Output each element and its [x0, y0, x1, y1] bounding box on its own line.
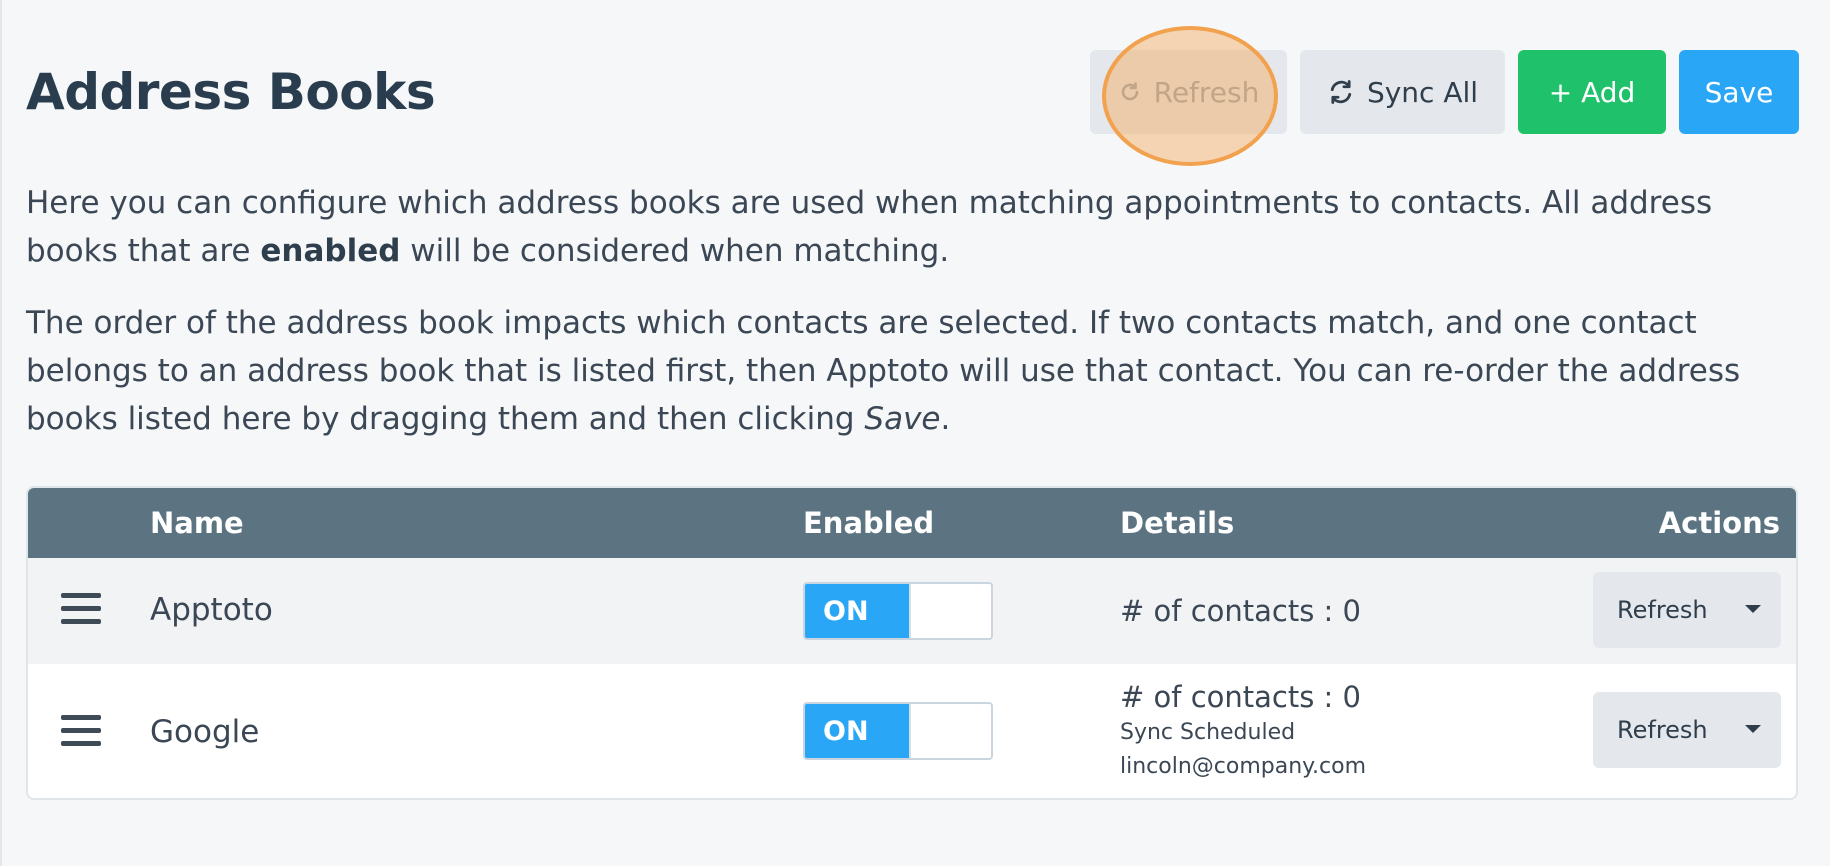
toggle-knob — [909, 704, 991, 758]
table-header: Name Enabled Details Actions — [28, 488, 1796, 558]
table-row[interactable]: Google ON # of contacts : 0 Sync Schedul… — [28, 664, 1796, 798]
refresh-button-label: Refresh — [1153, 75, 1260, 109]
sync-icon — [1327, 78, 1355, 106]
save-button[interactable]: Save — [1679, 50, 1799, 134]
add-button[interactable]: + Add — [1518, 50, 1666, 134]
caret-down-icon — [1745, 605, 1761, 613]
sync-all-button[interactable]: Sync All — [1300, 50, 1505, 134]
column-header-details: Details — [1120, 506, 1235, 540]
description-italic: Save — [864, 401, 941, 437]
details-cell: # of contacts : 0 Sync Scheduled lincoln… — [1120, 678, 1366, 784]
contact-count: # of contacts : 0 — [1120, 680, 1361, 714]
refresh-dropdown-label: Refresh — [1617, 716, 1708, 744]
refresh-icon — [1118, 80, 1142, 104]
account-email: lincoln@company.com — [1120, 754, 1367, 779]
table-row[interactable]: Apptoto ON # of contacts : 0 Refresh — [28, 558, 1796, 664]
drag-handle-icon[interactable] — [61, 592, 101, 630]
column-header-name: Name — [150, 506, 244, 540]
page-title: Address Books — [26, 63, 436, 121]
refresh-dropdown-button[interactable]: Refresh — [1593, 572, 1781, 648]
column-header-actions: Actions — [1658, 506, 1780, 540]
description-paragraph-2: The order of the address book impacts wh… — [26, 299, 1806, 443]
description-text: . — [940, 401, 951, 437]
address-books-table: Name Enabled Details Actions Apptoto ON … — [26, 486, 1798, 800]
toggle-on-label: ON — [805, 584, 909, 638]
page-border — [0, 0, 2, 866]
details-cell: # of contacts : 0 — [1120, 592, 1361, 630]
contact-count: # of contacts : 0 — [1120, 594, 1361, 628]
address-book-name: Google — [150, 714, 260, 750]
enabled-toggle[interactable]: ON — [803, 582, 993, 640]
address-book-name: Apptoto — [150, 592, 273, 628]
description-text: will be considered when matching. — [400, 233, 950, 269]
sync-status: Sync Scheduled — [1120, 720, 1296, 745]
page-header: Address Books Refresh Sync All + Add Sav… — [26, 40, 1799, 144]
sync-all-button-label: Sync All — [1366, 75, 1479, 109]
refresh-dropdown-label: Refresh — [1617, 596, 1708, 624]
toggle-knob — [909, 584, 991, 638]
toolbar: Refresh Sync All + Add Save — [1090, 50, 1799, 134]
drag-handle-icon[interactable] — [61, 714, 101, 752]
column-header-enabled: Enabled — [803, 506, 935, 540]
refresh-button[interactable]: Refresh — [1090, 50, 1287, 134]
description-bold: enabled — [260, 233, 401, 269]
enabled-toggle[interactable]: ON — [803, 702, 993, 760]
description-paragraph-1: Here you can configure which address boo… — [26, 179, 1806, 275]
refresh-dropdown-button[interactable]: Refresh — [1593, 692, 1781, 768]
toggle-on-label: ON — [805, 704, 909, 758]
caret-down-icon — [1745, 725, 1761, 733]
